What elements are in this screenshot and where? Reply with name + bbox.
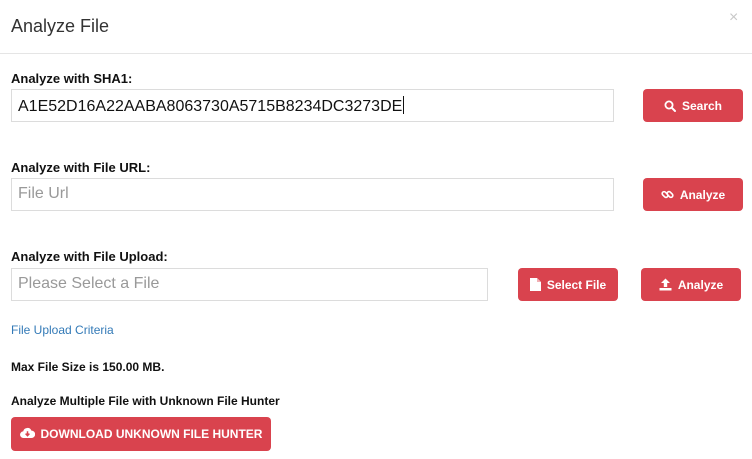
file-upload-input[interactable]: Please Select a File (11, 268, 488, 301)
search-button[interactable]: Search (643, 89, 743, 122)
analyze-upload-button-label: Analyze (677, 277, 724, 292)
search-button-label: Search (681, 98, 723, 113)
max-file-size-text: Max File Size is 150.00 MB. (11, 360, 165, 374)
select-file-button[interactable]: Select File (518, 268, 618, 301)
text-caret (403, 96, 405, 114)
sha1-label: Analyze with SHA1: (11, 71, 133, 86)
analyze-url-button[interactable]: Analyze (643, 178, 743, 211)
close-icon[interactable]: × (729, 10, 738, 26)
analyze-url-button-label: Analyze (679, 187, 726, 202)
upload-label: Analyze with File Upload: (11, 249, 168, 264)
select-file-button-label: Select File (546, 277, 607, 292)
cloud-download-icon (19, 427, 35, 442)
url-label: Analyze with File URL: (11, 160, 151, 175)
analyze-upload-button[interactable]: Analyze (641, 268, 741, 301)
modal-header: Analyze File × (0, 0, 752, 54)
download-unknown-file-hunter-button[interactable]: DOWNLOAD UNKNOWN FILE HUNTER (11, 417, 271, 451)
modal-title: Analyze File (11, 16, 110, 36)
upload-icon (659, 278, 672, 291)
sha1-input-value: A1E52D16A22AABA8063730A5715B8234DC3273DE (18, 98, 403, 115)
sha1-input[interactable]: A1E52D16A22AABA8063730A5715B8234DC3273DE (11, 89, 614, 122)
download-button-label: DOWNLOAD UNKNOWN FILE HUNTER (40, 427, 263, 441)
link-icon (661, 188, 674, 201)
file-url-input[interactable]: File Url (11, 178, 614, 211)
file-icon (529, 278, 541, 291)
search-icon (664, 100, 676, 112)
multi-file-text: Analyze Multiple File with Unknown File … (11, 394, 280, 408)
file-upload-criteria-link[interactable]: File Upload Criteria (11, 323, 114, 337)
